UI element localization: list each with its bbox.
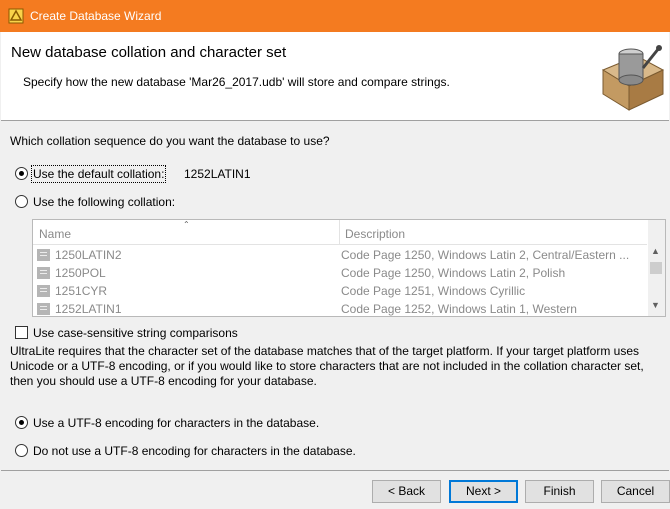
column-header-name[interactable]: Name xyxy=(39,227,71,241)
sort-ascending-icon: ⌃ xyxy=(183,220,190,229)
row-name: 1250POL xyxy=(55,266,106,280)
scroll-down-icon[interactable]: ▼ xyxy=(651,300,660,310)
table-row[interactable]: 1250POL Code Page 1250, Windows Latin 2,… xyxy=(33,264,647,282)
row-name: 1251CYR xyxy=(55,284,108,298)
table-row[interactable]: 1251CYR Code Page 1251, Windows Cyrillic xyxy=(33,282,647,300)
no-utf8-label[interactable]: Do not use a UTF-8 encoding for characte… xyxy=(33,444,356,458)
default-collation-value: 1252LATIN1 xyxy=(184,167,251,181)
collation-icon xyxy=(37,285,50,297)
collation-icon xyxy=(37,249,50,261)
window-title: Create Database Wizard xyxy=(30,9,162,23)
case-sensitive-checkbox[interactable] xyxy=(15,326,28,339)
title-bar: Create Database Wizard xyxy=(0,0,670,32)
case-sensitive-label[interactable]: Use case-sensitive string comparisons xyxy=(33,326,238,340)
back-button[interactable]: < Back xyxy=(372,480,441,503)
scroll-up-icon[interactable]: ▲ xyxy=(651,246,660,256)
cancel-button[interactable]: Cancel xyxy=(601,480,670,503)
following-collation-label[interactable]: Use the following collation: xyxy=(33,195,175,209)
wizard-header: New database collation and character set… xyxy=(1,32,669,120)
row-description: Code Page 1251, Windows Cyrillic xyxy=(341,284,526,298)
use-utf8-label[interactable]: Use a UTF-8 encoding for characters in t… xyxy=(33,416,319,430)
finish-button[interactable]: Finish xyxy=(525,480,594,503)
following-collation-radio[interactable] xyxy=(15,195,28,208)
row-name: 1252LATIN1 xyxy=(55,302,122,316)
scroll-thumb[interactable] xyxy=(650,262,662,274)
collation-list[interactable]: ⌃ Name Description 1250LATIN2 Code Page … xyxy=(32,219,666,317)
app-icon xyxy=(8,8,24,24)
header-separator xyxy=(1,120,669,121)
row-description: Code Page 1250, Windows Latin 2, Polish xyxy=(341,266,566,280)
row-name: 1250LATIN2 xyxy=(55,248,122,262)
use-utf8-radio[interactable] xyxy=(15,416,28,429)
next-button[interactable]: Next > xyxy=(449,480,518,503)
page-subtitle: Specify how the new database 'Mar26_2017… xyxy=(23,75,450,89)
row-description: Code Page 1252, Windows Latin 1, Western xyxy=(341,302,577,316)
column-divider[interactable] xyxy=(339,220,340,244)
collation-question: Which collation sequence do you want the… xyxy=(10,134,330,148)
database-wizard-icon xyxy=(601,45,665,111)
vertical-scrollbar[interactable]: ▲ ▼ xyxy=(648,220,665,316)
collation-icon xyxy=(37,303,50,315)
row-description: Code Page 1250, Windows Latin 2, Central… xyxy=(341,248,630,262)
column-header-description[interactable]: Description xyxy=(345,227,405,241)
footer-separator xyxy=(1,470,669,471)
no-utf8-radio[interactable] xyxy=(15,444,28,457)
page-title: New database collation and character set xyxy=(11,44,287,61)
collation-icon xyxy=(37,267,50,279)
default-collation-label[interactable]: Use the default collation: xyxy=(30,165,167,183)
utf8-info-text: UltraLite requires that the character se… xyxy=(10,344,644,388)
table-row[interactable]: 1250LATIN2 Code Page 1250, Windows Latin… xyxy=(33,246,647,264)
default-collation-radio[interactable] xyxy=(15,167,28,180)
table-row[interactable]: 1252LATIN1 Code Page 1252, Windows Latin… xyxy=(33,300,647,316)
collation-list-header: ⌃ Name Description xyxy=(33,220,647,245)
